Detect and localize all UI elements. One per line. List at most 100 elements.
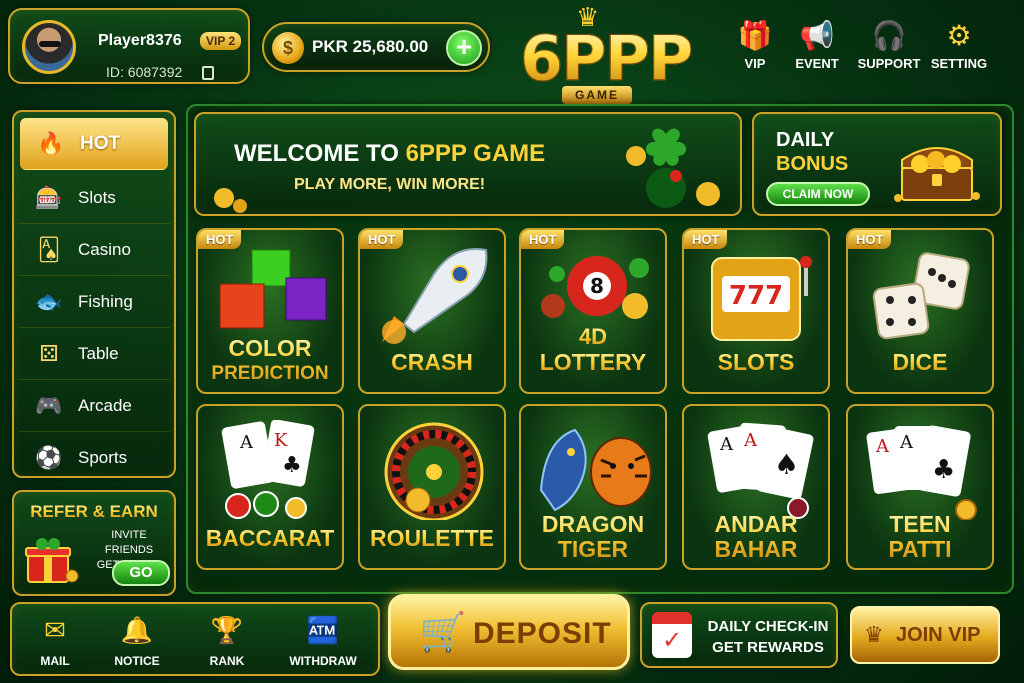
sidebar-item-label: Arcade — [78, 395, 132, 415]
top-action-event[interactable]: 📢 EVENT — [784, 18, 850, 71]
game-art-label: 4D — [521, 324, 665, 350]
deposit-label: DEPOSIT — [473, 617, 612, 650]
top-action-support[interactable]: 🎧 SUPPORT — [856, 18, 922, 71]
slot-machine-icon: 777 — [711, 256, 812, 341]
game-card-dragon-tiger[interactable]: DRAGON TIGER — [519, 404, 667, 570]
game-card-dice[interactable]: HOT DICE — [846, 228, 994, 394]
claim-now-button[interactable]: CLAIM NOW — [766, 182, 870, 206]
bottom-nav-rank[interactable]: 🏆 RANK — [188, 612, 266, 668]
game-name: DRAGON TIGER — [521, 512, 665, 562]
checkin-text: DAILY CHECK-IN GET REWARDS — [704, 616, 832, 658]
rocket-icon — [382, 248, 488, 344]
svg-text:A: A — [899, 432, 914, 453]
bottom-nav-label: WITHDRAW — [289, 654, 357, 668]
bottom-nav-mail[interactable]: ✉ MAIL — [16, 612, 94, 668]
game-card-roulette[interactable]: ROULETTE — [358, 404, 506, 570]
roulette-wheel-icon — [384, 422, 484, 520]
game-name: ROULETTE — [360, 526, 504, 551]
game-card-andar-bahar[interactable]: A A ♠ ANDAR BAHAR — [682, 404, 830, 570]
join-vip-label: JOIN VIP — [896, 624, 981, 646]
refer-go-button[interactable]: GO — [112, 560, 170, 586]
sidebar-item-slots[interactable]: 🎰 Slots — [18, 172, 170, 224]
avatar[interactable] — [22, 20, 76, 74]
slot-machine-icon: 🎰 — [35, 184, 63, 210]
svg-text:♣: ♣ — [932, 455, 955, 485]
sidebar-item-label: Fishing — [78, 291, 133, 311]
player-id: ID: 6087392 — [106, 64, 183, 80]
gift-icon: 🎁 — [737, 20, 773, 51]
top-action-vip[interactable]: 🎁 VIP — [722, 18, 788, 71]
atm-icon: 🏧 — [306, 615, 340, 645]
welcome-title-prefix: WELCOME TO — [234, 140, 406, 167]
game-name-line2: TIGER — [557, 536, 629, 562]
bottom-nav: ✉ MAIL 🔔 NOTICE 🏆 RANK 🏧 WITHDRAW — [10, 602, 380, 676]
color-cubes-icon — [219, 249, 327, 329]
playing-cards-icon: A K ♣ — [221, 420, 315, 519]
bell-icon: 🔔 — [120, 615, 154, 645]
flame-icon: 🔥 — [37, 130, 65, 156]
logo-text: 6PPP — [519, 22, 693, 96]
sidebar-item-sports[interactable]: ⚽ Sports — [18, 432, 170, 484]
add-balance-button[interactable]: + — [446, 30, 482, 66]
welcome-title: WELCOME TO 6PPP GAME — [234, 140, 545, 168]
top-action-setting[interactable]: ⚙ SETTING — [926, 18, 992, 71]
vip-level-badge: VIP 2 — [200, 32, 242, 50]
game-name-line1: TEEN — [889, 511, 951, 537]
svg-text:A: A — [239, 432, 254, 453]
game-name-line1: DRAGON — [541, 511, 645, 537]
cards-icon: 🂡 — [37, 236, 61, 262]
daily-bonus-card[interactable]: DAILY BONUS CLAIM NOW — [752, 112, 1002, 216]
game-card-baccarat[interactable]: A K ♣ BACCARAT — [196, 404, 344, 570]
refer-earn-card[interactable]: REFER & EARN INVITE FRIENDS GET BONUS GO — [12, 490, 176, 596]
svg-text:777: 777 — [729, 281, 783, 311]
sidebar-item-label: Table — [78, 343, 119, 363]
welcome-banner[interactable]: WELCOME TO 6PPP GAME PLAY MORE, WIN MORE… — [194, 112, 742, 216]
svg-text:A: A — [875, 436, 890, 457]
bottom-nav-notice[interactable]: 🔔 NOTICE — [98, 612, 176, 668]
welcome-subtitle: PLAY MORE, WIN MORE! — [294, 176, 486, 193]
sidebar-item-label: Casino — [78, 239, 131, 259]
treasure-chest-icon — [894, 147, 980, 202]
top-action-label: SUPPORT — [857, 56, 921, 71]
game-card-color-prediction[interactable]: HOT COLOR PREDICTION — [196, 228, 344, 394]
sidebar-item-label: Slots — [78, 187, 116, 207]
daily-bonus-line2: BONUS — [776, 153, 849, 175]
soccer-ball-icon: ⚽ — [35, 445, 63, 470]
game-card-crash[interactable]: HOT CRASH — [358, 228, 506, 394]
copy-icon[interactable] — [202, 66, 214, 80]
sidebar-item-label: HOT — [80, 132, 121, 154]
sidebar-item-fishing[interactable]: 🐟 Fishing — [18, 276, 170, 328]
game-name: ANDAR BAHAR — [684, 512, 828, 562]
envelope-icon: ✉ — [44, 615, 66, 645]
welcome-title-highlight: 6PPP GAME — [405, 140, 546, 167]
svg-text:A: A — [743, 430, 758, 451]
sidebar-item-casino[interactable]: 🂡 Casino — [18, 224, 170, 276]
sidebar-item-table[interactable]: ⚄ Table — [18, 328, 170, 380]
daily-bonus-title: DAILY BONUS — [776, 128, 848, 176]
game-name-line2: BAHAR — [714, 536, 798, 562]
bottom-nav-label: NOTICE — [114, 654, 160, 668]
game-card-teen-patti[interactable]: A A ♣ TEEN PATTI — [846, 404, 994, 570]
dice-icon — [872, 252, 970, 340]
svg-text:K: K — [274, 430, 288, 451]
deposit-button[interactable]: 🛒 DEPOSIT — [388, 594, 630, 670]
sidebar-item-arcade[interactable]: 🎮 Arcade — [18, 380, 170, 432]
game-card-slots[interactable]: HOT 777 SLOTS — [682, 228, 830, 394]
player-card[interactable]: Player8376 VIP 2 ID: 6087392 — [8, 8, 250, 84]
calendar-icon: ✓ — [652, 612, 692, 658]
bottom-nav-withdraw[interactable]: 🏧 WITHDRAW — [284, 612, 362, 668]
game-name-line1: COLOR — [228, 335, 312, 361]
dragon-tiger-icon — [539, 428, 652, 512]
game-name: DICE — [848, 350, 992, 375]
game-name: COLOR PREDICTION — [198, 336, 342, 386]
join-vip-button[interactable]: ♛ JOIN VIP — [850, 606, 1000, 664]
game-card-4d-lottery[interactable]: HOT 8 4D LOTTERY — [519, 228, 667, 394]
bottom-nav-label: MAIL — [40, 654, 70, 668]
daily-checkin-card[interactable]: ✓ DAILY CHECK-IN GET REWARDS — [640, 602, 838, 668]
headset-icon: 🎧 — [871, 20, 907, 51]
sidebar-item-hot[interactable]: 🔥 HOT — [20, 118, 168, 170]
checkin-line1: DAILY CHECK-IN — [707, 618, 829, 635]
dice-icon: ⚄ — [39, 340, 59, 366]
crown-icon: ♛ — [864, 622, 884, 647]
logo-subtext: GAME — [562, 86, 632, 104]
